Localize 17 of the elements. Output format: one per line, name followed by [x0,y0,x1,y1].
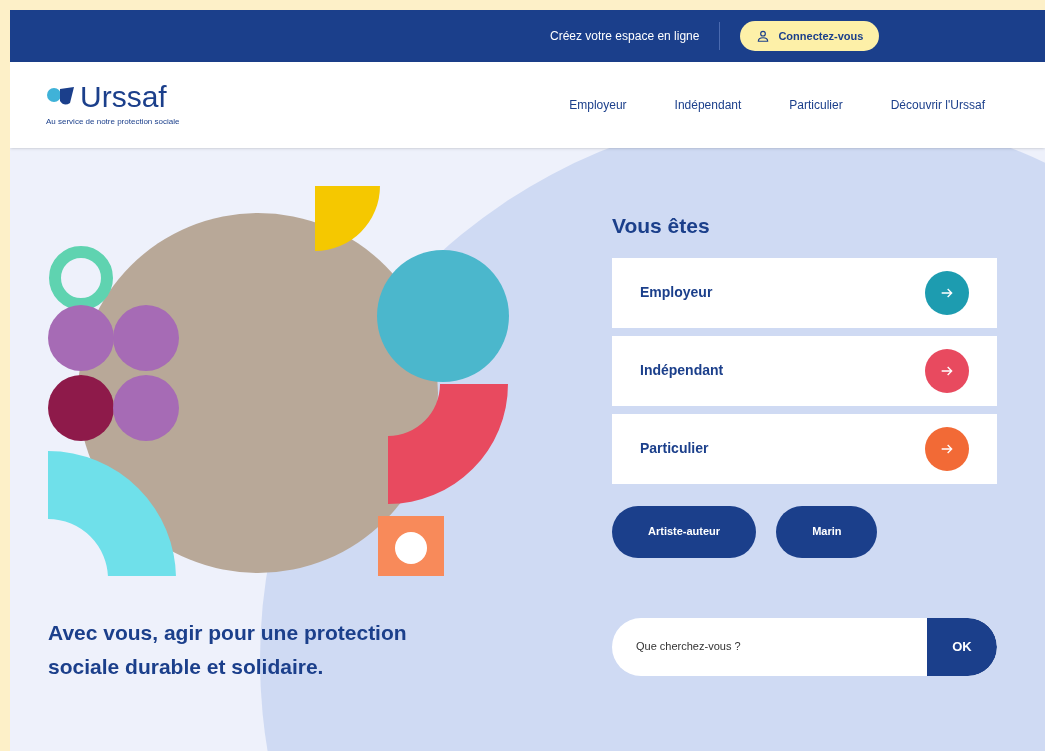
search-submit-button[interactable]: OK [927,617,997,676]
profile-pill-button[interactable]: Artiste-auteur [612,505,757,558]
profile-card[interactable]: Particulier [612,413,997,484]
top-bar-text: Créez votre espace en ligne [550,28,700,45]
hero-headline: Avec vous, agir pour une protection sociale durable et solidaire. [48,620,408,680]
profile-card[interactable]: Indépendant [612,335,997,406]
login-button[interactable]: Connectez-vous [740,21,880,51]
search-field[interactable]: Que cherchez-vous ? OK [612,617,997,676]
user-icon [756,29,771,43]
nav-link[interactable]: Particulier [789,96,843,114]
nav-link[interactable]: Découvrir l'Urssaf [890,96,985,114]
logo-tagline: Au service de notre protection sociale [46,116,180,128]
nav-link[interactable]: Indépendant [674,96,742,114]
profile-card[interactable]: Employeur [612,257,997,328]
nav-link[interactable]: Employeur [569,96,627,114]
logo-text: Urssaf [80,82,167,112]
section-title: Vous êtes [612,213,711,239]
